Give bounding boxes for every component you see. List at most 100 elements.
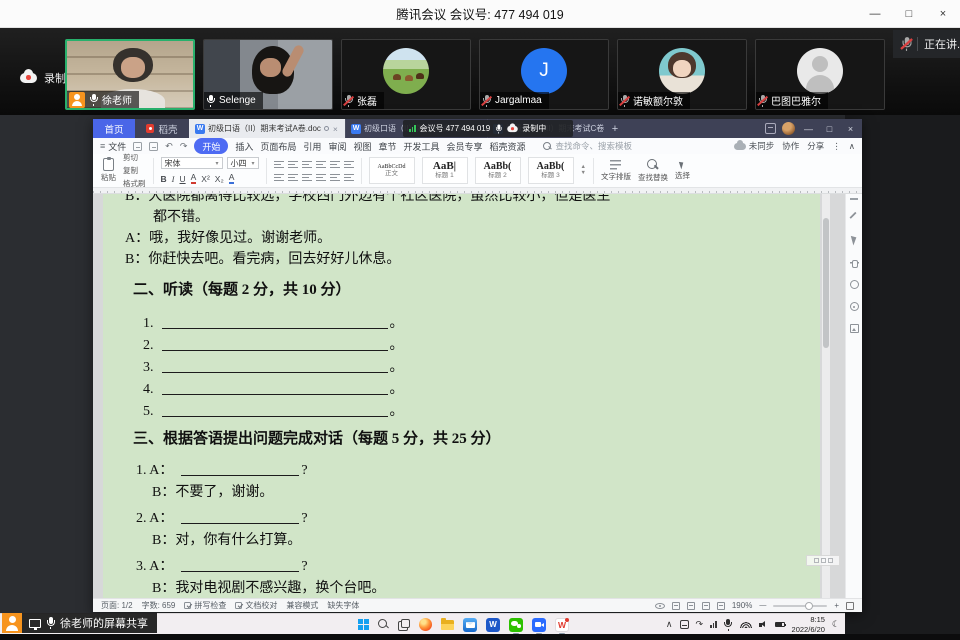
answer-blank[interactable]	[162, 314, 388, 329]
share-button[interactable]: 分享	[807, 140, 824, 152]
style-normal[interactable]: AaBbCcDd 正文	[369, 157, 415, 184]
account-avatar[interactable]	[782, 122, 795, 135]
paragraph-mark-icon[interactable]	[330, 160, 340, 169]
fullscreen-icon[interactable]	[846, 602, 854, 610]
ime-tray-icon[interactable]	[680, 620, 689, 629]
battery-icon[interactable]	[775, 622, 785, 628]
font-name-select[interactable]: 宋体 ▾	[161, 157, 223, 169]
outdent-icon[interactable]	[302, 160, 312, 169]
ribbon-tab-review[interactable]: 审阅	[328, 140, 346, 153]
pin-icon[interactable]	[324, 126, 329, 131]
sync-status[interactable]: 未同步	[734, 140, 775, 152]
paste-button[interactable]: 粘贴	[101, 158, 116, 183]
numbered-list-icon[interactable]	[288, 160, 298, 169]
browser-button[interactable]	[419, 614, 432, 635]
windows-start-button[interactable]	[358, 614, 369, 635]
bold-button[interactable]: B	[161, 174, 167, 184]
align-center-icon[interactable]	[288, 173, 298, 182]
redo-icon[interactable]: ↷	[180, 141, 188, 152]
subscript-button[interactable]: X₂	[215, 174, 224, 184]
mail-button[interactable]	[463, 614, 477, 635]
new-tab-button[interactable]: +	[605, 119, 625, 138]
zoom-value[interactable]: 190%	[732, 601, 752, 610]
taskbar-search-button[interactable]	[378, 614, 389, 635]
image-tool-icon[interactable]	[850, 324, 859, 333]
highlight-button[interactable]: A	[229, 173, 235, 184]
italic-button[interactable]: I	[172, 174, 175, 184]
zoom-out-icon[interactable]: —	[759, 602, 766, 609]
close-tab-icon[interactable]: ×	[332, 124, 339, 134]
meeting-overlay-chip[interactable]: 会议号 477 494 019 录制中	[403, 120, 573, 137]
answer-blank[interactable]	[162, 358, 388, 373]
answer-blank[interactable]	[162, 336, 388, 351]
participant-tile-selenge[interactable]: Selenge	[203, 39, 333, 110]
tray-chevron-up-icon[interactable]: ∧	[666, 620, 673, 629]
missing-font[interactable]: 缺失字体	[327, 600, 359, 611]
collapse-panel-icon[interactable]	[850, 198, 858, 200]
align-left-icon[interactable]	[274, 173, 284, 182]
screen-share-banner[interactable]: 徐老师的屏幕共享	[2, 613, 157, 633]
select-pointer-icon[interactable]	[850, 235, 857, 246]
line-spacing-icon[interactable]	[344, 160, 354, 169]
task-view-button[interactable]	[398, 614, 410, 635]
participant-tile-nuomin[interactable]: 诺敏额尔敦	[617, 39, 747, 110]
answer-blank[interactable]	[181, 557, 299, 572]
minimize-button[interactable]: —	[858, 0, 892, 28]
maximize-button[interactable]: □	[892, 0, 926, 28]
view-mode-icon[interactable]	[717, 602, 725, 610]
ribbon-tab-devtools[interactable]: 开发工具	[403, 140, 439, 153]
tab-docer[interactable]: 稻壳	[135, 119, 189, 138]
text-tool-button[interactable]: 文字排版	[601, 160, 631, 182]
border-icon[interactable]	[344, 173, 354, 182]
style-heading1[interactable]: AaB| 标题 1	[422, 157, 468, 184]
vertical-scrollbar[interactable]	[822, 194, 830, 598]
align-right-icon[interactable]	[302, 173, 312, 182]
ribbon-tab-section[interactable]: 章节	[378, 140, 396, 153]
style-heading3[interactable]: AaBb( 标题 3	[528, 157, 574, 184]
answer-blank[interactable]	[181, 509, 299, 524]
view-mode-icon[interactable]	[672, 602, 680, 610]
font-color-button[interactable]: A	[191, 173, 197, 184]
superscript-button[interactable]: X²	[201, 174, 210, 184]
style-gallery-scroll[interactable]: ▲▼	[581, 165, 586, 177]
underline-button[interactable]: U	[179, 174, 185, 184]
command-search-box[interactable]: 查找命令、搜索模板	[543, 140, 633, 152]
ribbon-tab-docer-res[interactable]: 稻壳资源	[490, 140, 526, 153]
settings-slider-icon[interactable]	[850, 258, 859, 267]
answer-blank[interactable]	[162, 402, 388, 417]
proofing-status[interactable]: 文档校对	[235, 600, 277, 611]
wps-close-button[interactable]: ×	[843, 124, 858, 134]
indent-icon[interactable]	[316, 160, 326, 169]
wps-maximize-button[interactable]: □	[822, 124, 837, 134]
find-replace-button[interactable]: 查找替换	[638, 159, 668, 183]
wps-button[interactable]: W	[555, 614, 569, 635]
notification-moon-icon[interactable]: ☾	[832, 620, 840, 629]
wps-minimize-button[interactable]: —	[801, 124, 816, 134]
scrollbar-thumb[interactable]	[823, 218, 829, 348]
ribbon-tab-references[interactable]: 引用	[303, 140, 321, 153]
view-mode-icon[interactable]	[687, 602, 695, 610]
participant-tile-zhanglei[interactable]: 张磊	[341, 39, 471, 110]
wechat-button[interactable]	[509, 614, 523, 635]
sync-tray-icon[interactable]: ↷	[696, 620, 704, 629]
taskbar-clock[interactable]: 8:15 2022/6/20	[792, 615, 825, 634]
zoom-in-icon[interactable]: +	[834, 601, 839, 610]
eye-protect-icon[interactable]	[655, 603, 665, 609]
shading-icon[interactable]	[330, 173, 340, 182]
participant-tile-batu[interactable]: 巴图巴雅尔	[755, 39, 885, 110]
ribbon-tab-insert[interactable]: 插入	[235, 140, 253, 153]
zoom-slider[interactable]	[773, 605, 827, 607]
cut-button[interactable]: 剪切	[123, 152, 146, 163]
help-icon[interactable]	[850, 280, 859, 289]
view-mode-icon[interactable]	[702, 602, 710, 610]
participant-tile-xu[interactable]: 徐老师	[65, 39, 195, 110]
volume-icon[interactable]	[759, 620, 768, 629]
save-icon[interactable]	[133, 142, 142, 151]
message-icon[interactable]	[765, 123, 776, 134]
ribbon-tab-home[interactable]: 开始	[194, 138, 228, 154]
undo-icon[interactable]: ↶	[165, 141, 173, 152]
speaking-panel[interactable]: 正在讲...	[893, 30, 960, 58]
file-menu[interactable]: ≡ 文件	[100, 140, 126, 153]
justify-icon[interactable]	[316, 173, 326, 182]
print-icon[interactable]	[149, 142, 158, 151]
